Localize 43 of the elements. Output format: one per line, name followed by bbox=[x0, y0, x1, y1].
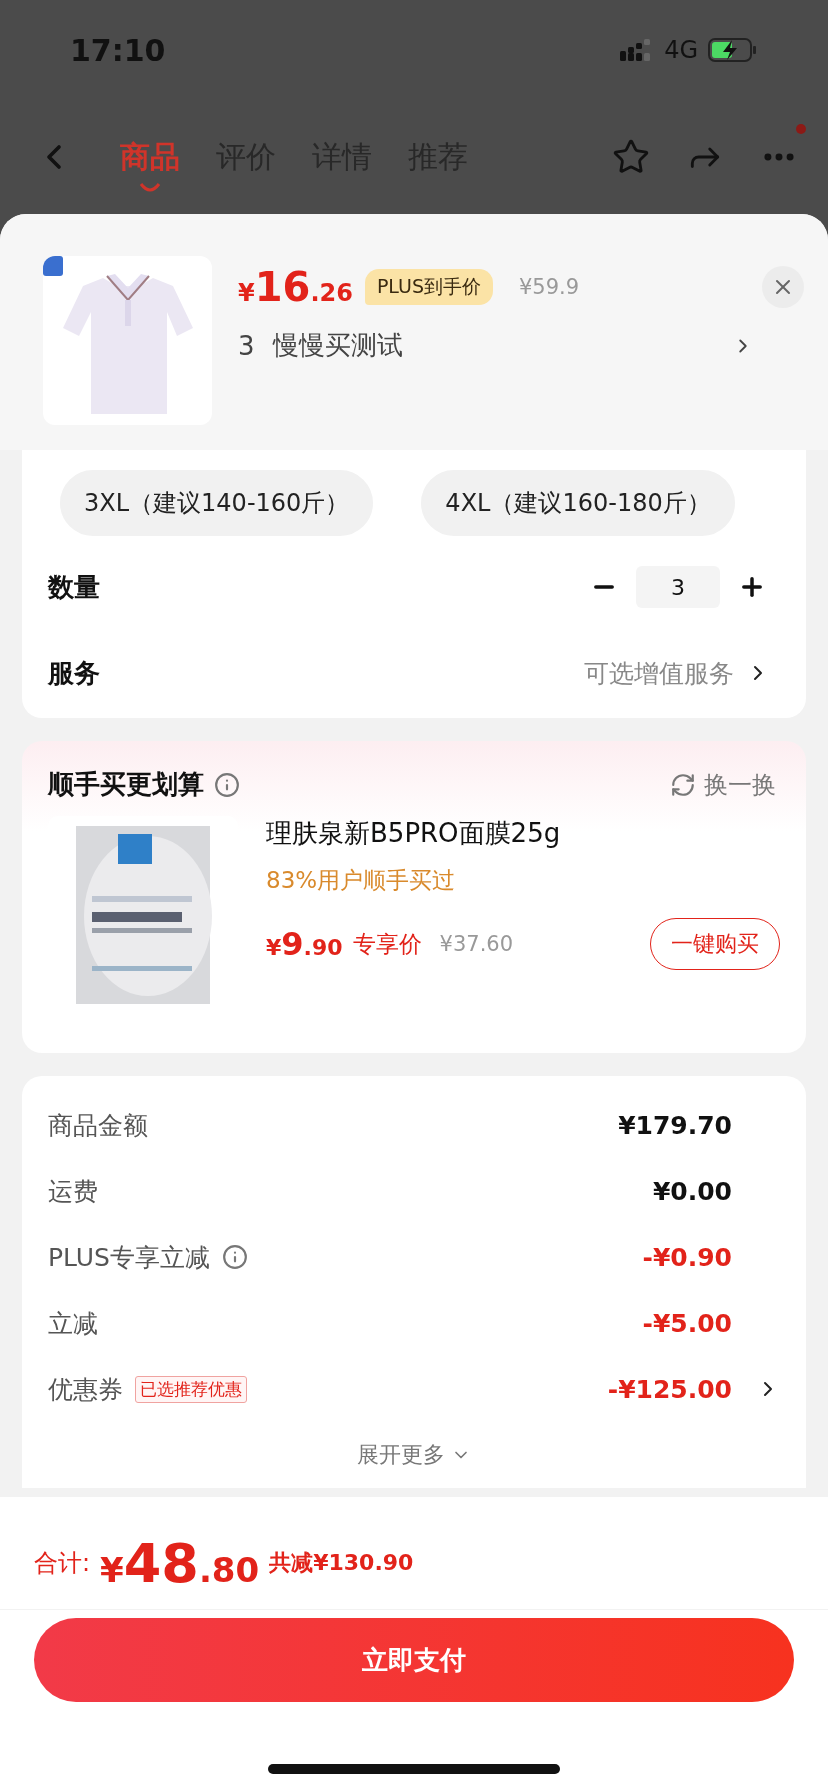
recommendation-title: 顺手买更划算 bbox=[48, 768, 204, 801]
summary-label: 商品金额 bbox=[48, 1109, 148, 1142]
network-label: 4G bbox=[664, 36, 698, 64]
total-price: ¥48.80 bbox=[100, 1531, 260, 1595]
buy-now-button[interactable]: 一键购买 bbox=[650, 918, 780, 970]
size-option[interactable]: 3XL（建议140-160斤） bbox=[60, 470, 374, 536]
quantity-label: 数量 bbox=[48, 570, 100, 604]
refresh-icon bbox=[670, 771, 696, 798]
recommended-price: ¥9.90 bbox=[266, 925, 343, 963]
total-saved: 共减¥130.90 bbox=[269, 1549, 414, 1577]
original-price: ¥59.9 bbox=[518, 275, 580, 299]
product-price: ¥16.26 bbox=[238, 264, 353, 310]
quantity-field[interactable]: 3 bbox=[636, 566, 720, 608]
recommended-product-name: 理肤泉新B5PRO面膜25g bbox=[266, 817, 562, 850]
star-icon[interactable] bbox=[612, 138, 650, 176]
original-price: ¥37.60 bbox=[439, 932, 514, 956]
price-tag: PLUS到手价 bbox=[364, 269, 493, 305]
info-icon[interactable] bbox=[214, 771, 240, 798]
summary-value: -¥5.00 bbox=[642, 1308, 732, 1338]
expand-more-button[interactable]: 展开更多 bbox=[351, 1422, 477, 1488]
summary-value: -¥125.00 bbox=[607, 1374, 732, 1404]
refresh-button[interactable]: 换一换 bbox=[670, 768, 780, 801]
summary-value: ¥0.00 bbox=[652, 1176, 732, 1206]
buyers-note: 83%用户顺手买过 bbox=[266, 866, 457, 895]
close-button[interactable] bbox=[762, 266, 804, 308]
total-label: 合计: bbox=[34, 1548, 91, 1579]
pay-now-button[interactable]: 立即支付 bbox=[34, 1618, 794, 1702]
status-time: 17:10 bbox=[70, 32, 166, 68]
size-option[interactable]: 4XL（建议160-180斤） bbox=[421, 470, 735, 536]
info-icon[interactable] bbox=[221, 1244, 248, 1270]
battery-charging-icon bbox=[708, 38, 758, 62]
summary-value: -¥0.90 bbox=[642, 1242, 732, 1272]
selected-spec[interactable]: 3 慢慢买测试 bbox=[238, 328, 804, 363]
summary-label: PLUS专享立减 bbox=[48, 1241, 210, 1274]
summary-value: ¥179.70 bbox=[618, 1110, 732, 1140]
smile-icon bbox=[139, 181, 161, 194]
coupon-tag: 已选推荐优惠 bbox=[135, 1375, 247, 1403]
service-link[interactable]: 可选增值服务 bbox=[584, 656, 770, 690]
summary-label: 立减 bbox=[48, 1307, 98, 1340]
price-tag: 专享价 bbox=[352, 928, 422, 960]
summary-label: 运费 bbox=[48, 1175, 98, 1208]
summary-label: 优惠券 bbox=[48, 1373, 123, 1406]
service-label: 服务 bbox=[48, 656, 100, 690]
